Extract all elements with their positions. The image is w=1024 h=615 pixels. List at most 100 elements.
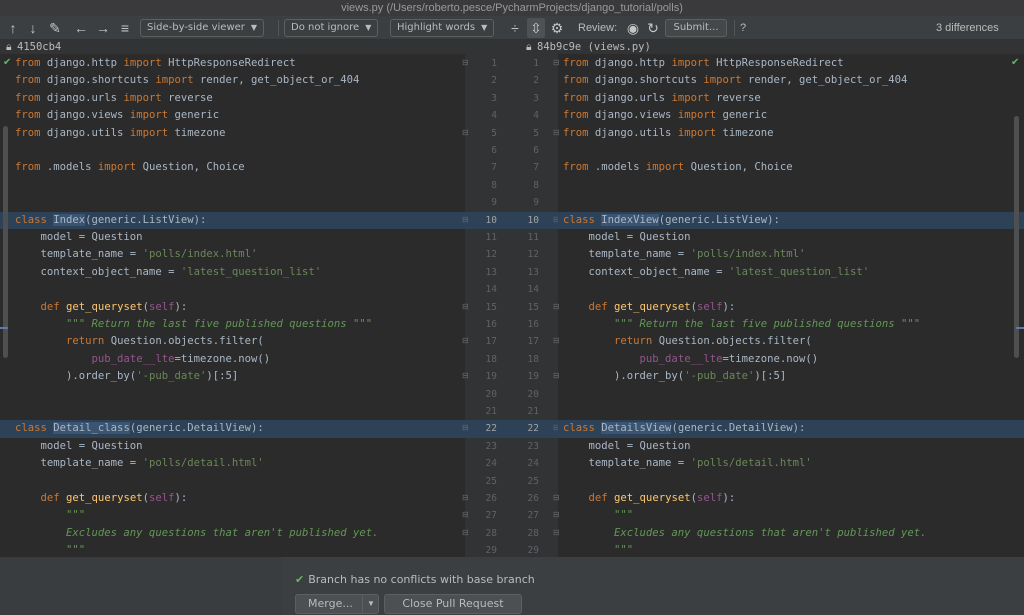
eye-icon[interactable]: ◉	[624, 18, 642, 38]
code-line: def get_queryset(self):	[588, 300, 736, 313]
sync-scroll-icon[interactable]: ⇳	[527, 18, 545, 38]
refresh-icon[interactable]: ↻	[644, 18, 662, 38]
collapse-unchanged-icon[interactable]: ÷	[506, 18, 524, 38]
left-line-number: 21	[485, 406, 497, 417]
code-line: pub_date__lte=timezone.now()	[91, 352, 271, 365]
right-line-number: 9	[533, 197, 539, 209]
code-line: def get_queryset(self):	[40, 492, 188, 504]
fold-icon[interactable]: ⊟	[462, 423, 469, 432]
differences-count: 3 differences	[936, 22, 999, 34]
fold-icon[interactable]: ⊟	[462, 128, 469, 137]
code-line: model = Question	[15, 231, 143, 243]
forward-icon[interactable]: →	[94, 18, 112, 38]
edit-icon[interactable]: ✎	[46, 18, 64, 38]
code-line: template_name = 'polls/index.html'	[563, 248, 806, 261]
code-line: from .models import Question, Choice	[563, 161, 793, 174]
code-line: from django.utils import timezone	[563, 126, 774, 139]
left-line-number: 2	[491, 75, 497, 87]
left-line-number: 26	[485, 493, 497, 504]
fold-icon[interactable]: ⊟	[462, 371, 469, 380]
right-line-number: 8	[533, 179, 539, 191]
right-line-number: 22	[527, 423, 539, 435]
left-line-number: 7	[491, 162, 497, 174]
help-icon[interactable]: ?	[740, 18, 746, 38]
left-line-number: 15	[485, 301, 497, 313]
left-line-number: 8	[491, 179, 497, 191]
highlight-select[interactable]: Highlight words ▼	[390, 19, 495, 37]
left-revision: 4150cb4	[17, 41, 62, 53]
code-line: """	[15, 544, 86, 557]
left-editor-pane[interactable]: from django.http import HttpResponseRedi…	[0, 54, 465, 557]
check-icon: ✔	[295, 573, 305, 586]
right-line-number: 6	[533, 145, 539, 156]
line-number-gutter: 1 1 2 2 3 3 4 4 5 5 6 6 7 7 8 8 9 9 10 10 11 11 12 12 13 13 14 14 15…	[462, 54, 560, 557]
fold-icon[interactable]: ⊟	[462, 58, 469, 67]
fold-icon[interactable]: ⊟	[462, 215, 469, 224]
fold-icon[interactable]: ⊟	[462, 302, 469, 311]
list-menu-icon[interactable]: ≡	[116, 18, 134, 38]
fold-icon[interactable]: ⊟	[462, 336, 469, 345]
code-line: from django.utils import timezone	[15, 126, 226, 139]
prev-difference-icon[interactable]: ↑	[4, 18, 22, 38]
left-line-number: 5	[491, 127, 497, 139]
code-line: from django.shortcuts import render, get…	[15, 74, 360, 87]
right-scrollbar[interactable]	[1014, 116, 1019, 358]
code-line: model = Question	[563, 231, 691, 243]
code-line: Excludes any questions that aren't publi…	[563, 526, 927, 539]
fold-icon[interactable]: ⊟	[462, 528, 469, 537]
settings-gear-icon[interactable]: ⚙	[548, 18, 566, 38]
left-line-number: 6	[491, 145, 497, 156]
code-line: def get_queryset(self):	[588, 492, 736, 504]
right-line-number: 5	[533, 127, 539, 139]
left-line-number: 25	[485, 475, 497, 487]
code-line: class Index(generic.ListView):	[0, 211, 465, 229]
left-line-number: 28	[485, 527, 497, 539]
check-icon: ✔	[3, 57, 12, 68]
left-line-number: 18	[485, 353, 497, 365]
code-line: pub_date__lte=timezone.now()	[639, 352, 819, 365]
code-line: """ Return the last five published quest…	[563, 318, 921, 330]
viewer-select[interactable]: Side-by-side viewer ▼	[140, 19, 265, 37]
right-line-number: 14	[527, 284, 539, 296]
close-pull-request-button[interactable]: Close Pull Request	[384, 594, 522, 614]
right-line-number: 17	[527, 336, 539, 348]
fold-icon[interactable]: ⊟	[462, 510, 469, 519]
right-line-number: 25	[527, 475, 539, 487]
submit-review-button[interactable]: Submit...	[665, 19, 727, 37]
merge-dropdown-icon[interactable]: ▼	[362, 594, 379, 614]
left-line-number: 19	[485, 371, 497, 383]
left-line-number: 12	[485, 249, 497, 261]
code-line: Excludes any questions that aren't publi…	[15, 526, 379, 539]
next-difference-icon[interactable]: ↓	[24, 18, 42, 38]
code-line: from .models import Question, Choice	[15, 161, 245, 174]
lock-icon: 🔒︎	[6, 41, 12, 53]
code-line: model = Question	[563, 439, 691, 452]
code-line: """ Return the last five published quest…	[15, 318, 373, 330]
ignore-select[interactable]: Do not ignore ▼	[284, 19, 379, 37]
diff-marker	[1016, 327, 1024, 329]
right-line-number: 19	[527, 371, 539, 383]
code-line: return Question.objects.filter(	[614, 335, 812, 348]
left-scrollbar[interactable]	[3, 126, 8, 358]
code-line: from django.views import generic	[15, 109, 220, 122]
right-line-number: 16	[527, 319, 539, 330]
right-line-number: 28	[527, 527, 539, 539]
right-revision: 84b9c9e (views.py)	[537, 41, 651, 53]
back-icon[interactable]: ←	[72, 18, 90, 38]
code-line: class DetailsView(generic.DetailView):	[558, 420, 1024, 438]
revision-bar: 🔒︎ 4150cb4 🔒︎ 84b9c9e (views.py)	[0, 40, 1024, 54]
left-line-number: 24	[485, 458, 497, 470]
right-line-number: 24	[527, 458, 539, 470]
left-line-number: 22	[485, 423, 497, 435]
code-line: from django.views import generic	[563, 109, 768, 122]
right-editor-pane[interactable]: from django.http import HttpResponseRedi…	[558, 54, 1024, 557]
fold-icon[interactable]: ⊟	[462, 493, 469, 502]
code-line: template_name = 'polls/index.html'	[15, 248, 258, 261]
diff-marker	[0, 327, 8, 329]
code-line: from django.http import HttpResponseRedi…	[15, 57, 296, 69]
